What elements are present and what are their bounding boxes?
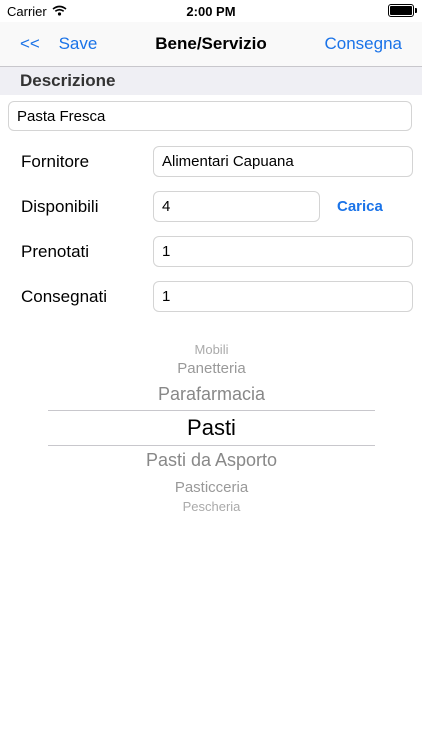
picker-selection-line-bottom — [48, 445, 375, 446]
picker-item[interactable]: Parafarmacia — [48, 384, 375, 405]
consegnati-label: Consegnati — [21, 287, 108, 306]
disponibili-label: Disponibili — [21, 197, 99, 216]
fornitore-field[interactable] — [153, 146, 413, 177]
status-bar: Carrier 2:00 PM — [0, 0, 422, 22]
carica-button[interactable]: Carica — [337, 198, 383, 215]
section-title: Descrizione — [20, 71, 116, 90]
fornitore-label: Fornitore — [21, 152, 90, 171]
description-field[interactable] — [8, 101, 412, 131]
picker-item[interactable]: Panetteria — [48, 360, 375, 377]
battery-icon — [388, 4, 417, 17]
picker-item[interactable]: Mobili — [48, 342, 375, 357]
picker-selection-line-top — [48, 410, 375, 411]
prenotati-label: Prenotati — [21, 242, 90, 261]
prenotati-field[interactable] — [153, 236, 413, 267]
picker-item[interactable]: Pasticceria — [48, 479, 375, 496]
consegna-button[interactable]: Consegna — [324, 34, 402, 54]
consegnati-field[interactable] — [153, 281, 413, 312]
section-header: Descrizione — [0, 67, 422, 95]
picker-item[interactable]: Pescheria — [48, 499, 375, 514]
category-picker[interactable]: Mobili Panetteria Parafarmacia Pasti Pas… — [48, 338, 375, 518]
disponibili-field[interactable] — [153, 191, 320, 222]
picker-item[interactable]: Pasti da Asporto — [48, 450, 375, 471]
navigation-bar: << Save Bene/Servizio Consegna — [0, 22, 422, 67]
picker-item-selected[interactable]: Pasti — [48, 415, 375, 441]
status-time: 2:00 PM — [186, 4, 236, 19]
